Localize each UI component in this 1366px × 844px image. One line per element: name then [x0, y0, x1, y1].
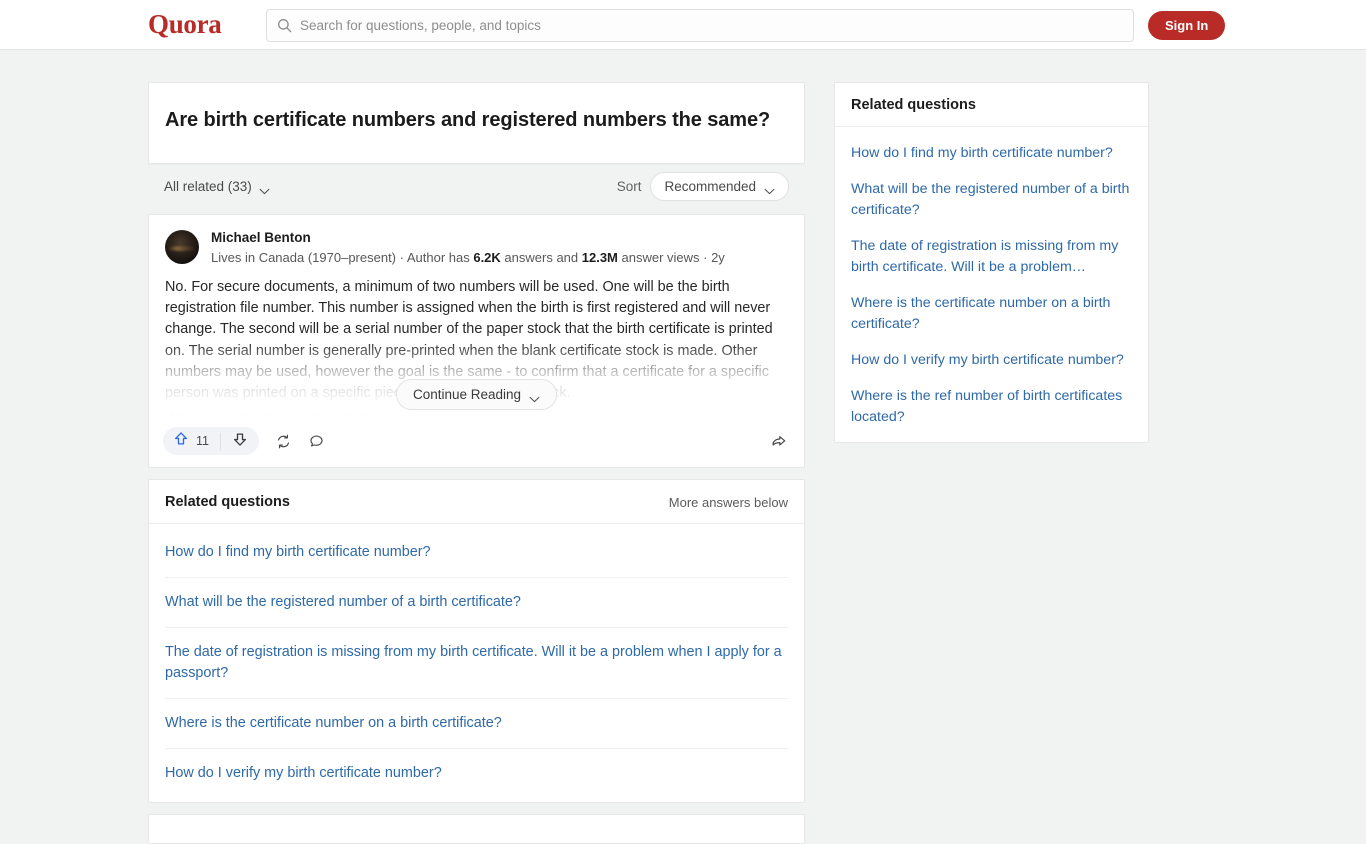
all-related-filter-label: All related (33): [164, 179, 252, 194]
author-answers-count: 6.2K: [473, 250, 501, 265]
sort-control: Sort Recommended: [617, 172, 789, 201]
answer-action-bar: 11: [149, 419, 804, 467]
sidebar-list-item[interactable]: How do I find my birth certificate numbe…: [851, 130, 1132, 166]
author-credential-text: Lives in Canada (1970–present) · Author …: [211, 250, 474, 265]
sign-in-button[interactable]: Sign In: [1148, 11, 1226, 40]
author-meta-middle: answers and: [500, 250, 582, 265]
author-credentials: Lives in Canada (1970–present) · Author …: [211, 248, 788, 267]
search-icon: [277, 18, 292, 33]
list-item[interactable]: How do I verify my birth certificate num…: [165, 748, 788, 798]
continue-reading-label: Continue Reading: [412, 387, 522, 402]
sidebar-related-questions-card: Related questions How do I find my birth…: [834, 82, 1149, 443]
answer-text-hidden: When a certificate is ordered, the issui…: [165, 409, 788, 419]
related-questions-header: Related questions More answers below: [149, 480, 804, 524]
downvote-button[interactable]: [221, 427, 259, 455]
sort-label: Sort: [616, 179, 642, 194]
sidebar-list-item[interactable]: What will be the registered number of a …: [851, 166, 1132, 223]
page-body: Are birth certificate numbers and regist…: [0, 50, 1366, 844]
list-item[interactable]: Where is the certificate number on a bir…: [165, 698, 788, 748]
question-card: Are birth certificate numbers and regist…: [148, 82, 805, 164]
all-related-filter[interactable]: All related (33): [156, 175, 278, 198]
upvote-button[interactable]: 11: [163, 427, 220, 455]
downvote-arrow-icon: [232, 431, 248, 452]
repost-button[interactable]: [275, 433, 292, 450]
avatar[interactable]: [165, 230, 199, 264]
list-item[interactable]: How do I find my birth certificate numbe…: [165, 528, 788, 577]
answer-actions-left: 11: [163, 427, 325, 455]
share-button[interactable]: [770, 432, 788, 450]
page-title: Are birth certificate numbers and regist…: [165, 109, 771, 131]
answer-card: Michael Benton Lives in Canada (1970–pre…: [148, 214, 805, 468]
search-bar[interactable]: [266, 9, 1134, 42]
sidebar-list-item[interactable]: The date of registration is missing from…: [851, 223, 1132, 280]
sidebar: Related questions How do I find my birth…: [834, 82, 1149, 454]
main-column: Are birth certificate numbers and regist…: [148, 82, 805, 844]
related-questions-list: How do I find my birth certificate numbe…: [149, 524, 804, 802]
answer-author: Michael Benton Lives in Canada (1970–pre…: [149, 215, 804, 267]
comment-button[interactable]: [308, 433, 325, 450]
chevron-down-icon: [259, 183, 270, 195]
next-answer-card-partial: [148, 814, 805, 844]
more-answers-below-link[interactable]: More answers below: [669, 495, 788, 510]
author-meta-suffix: answer views · 2y: [617, 250, 725, 265]
sidebar-related-questions-title: Related questions: [835, 83, 1148, 127]
answer-body: No. For secure documents, a minimum of t…: [149, 267, 804, 419]
site-header: Quora Sign In: [0, 0, 1366, 50]
chevron-down-icon: [764, 183, 775, 195]
upvote-arrow-icon: [173, 431, 189, 452]
vote-pill: 11: [163, 427, 259, 455]
list-item[interactable]: The date of registration is missing from…: [165, 627, 788, 698]
sidebar-list-item[interactable]: Where is the ref number of birth certifi…: [851, 373, 1132, 430]
author-name[interactable]: Michael Benton: [211, 229, 788, 246]
sidebar-list-item[interactable]: How do I verify my birth certificate num…: [851, 337, 1132, 373]
quora-logo[interactable]: Quora: [148, 9, 222, 40]
answers-filter-bar: All related (33) Sort Recommended: [148, 164, 805, 208]
author-views-count: 12.3M: [581, 250, 618, 265]
sort-dropdown[interactable]: Recommended: [650, 172, 789, 201]
list-item[interactable]: What will be the registered number of a …: [165, 577, 788, 627]
sidebar-related-questions-list: How do I find my birth certificate numbe…: [835, 127, 1148, 442]
related-questions-title: Related questions: [165, 494, 290, 510]
chevron-down-icon: [529, 391, 540, 403]
sort-dropdown-value: Recommended: [664, 179, 756, 194]
search-input[interactable]: [300, 15, 1100, 36]
sidebar-list-item[interactable]: Where is the certificate number on a bir…: [851, 280, 1132, 337]
continue-reading-button[interactable]: Continue Reading: [395, 379, 558, 410]
continue-reading-wrap: Continue Reading: [149, 379, 804, 410]
related-questions-card: Related questions More answers below How…: [148, 479, 805, 803]
upvote-count: 11: [196, 434, 209, 448]
